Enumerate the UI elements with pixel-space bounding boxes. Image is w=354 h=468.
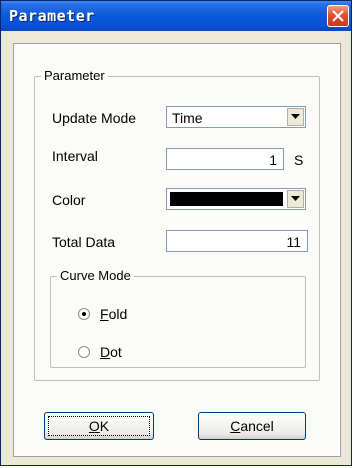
color-dropdown-button[interactable] [287,190,304,208]
cancel-button[interactable]: Cancel [198,412,306,440]
curve-mode-label: Curve Mode [57,268,134,283]
curve-mode-dot-label: Dot [100,344,122,360]
color-swatch [170,192,283,206]
radio-dot[interactable] [78,346,90,358]
total-data-input[interactable]: 11 [166,230,308,252]
parameter-group-label: Parameter [41,68,108,83]
interval-value: 1 [269,152,277,168]
interval-input[interactable]: 1 [166,148,284,170]
update-mode-select[interactable]: Time [166,106,306,128]
curve-mode-dot-radio[interactable]: Dot [78,344,158,362]
radio-fold[interactable] [78,308,90,320]
chevron-down-icon [291,196,300,201]
interval-unit: S [294,152,304,168]
curve-mode-fold-radio[interactable]: Fold [78,306,158,324]
close-button[interactable] [327,5,349,27]
parameter-dialog: Parameter Parameter Update Mode Time Int… [0,0,352,466]
update-mode-value: Time [172,110,203,126]
dialog-content: Parameter Update Mode Time Interval 1 S … [13,43,341,457]
curve-mode-fold-label: Fold [100,306,128,322]
ok-button-label: OK [88,418,110,434]
color-select[interactable] [166,188,306,210]
chevron-down-icon [291,114,300,119]
radio-selected-dot [82,312,86,316]
window-title: Parameter [9,7,95,25]
color-label: Color [52,192,86,208]
interval-label: Interval [52,148,98,164]
update-mode-label: Update Mode [52,110,137,126]
update-mode-dropdown-button[interactable] [287,108,304,126]
close-icon [332,10,344,22]
total-data-label: Total Data [52,234,116,250]
total-data-value: 11 [286,234,301,250]
ok-button[interactable]: OK [44,412,154,440]
title-bar[interactable]: Parameter [1,1,351,31]
cancel-button-label: Cancel [230,418,274,434]
